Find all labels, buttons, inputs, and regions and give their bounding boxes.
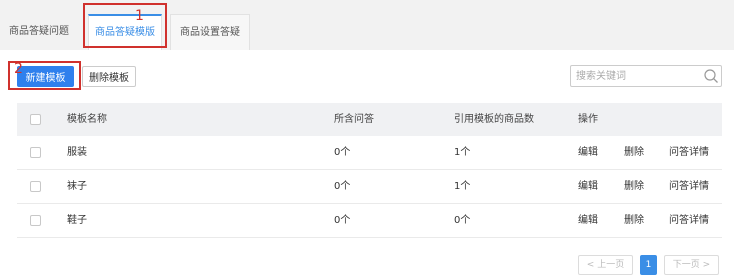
template-name: 鞋子 xyxy=(67,215,87,226)
goods-count: 0个 xyxy=(454,215,471,226)
table-row: 服装 0个 1个 编辑 删除 问答详情 xyxy=(17,136,722,170)
delete-link[interactable]: 删除 xyxy=(624,136,644,169)
row-checkbox[interactable] xyxy=(30,147,41,158)
template-panel: 新建模板 删除模板 模板名称 所含问答 引用模板的商品数 操作 服装 0个 1个… xyxy=(0,50,734,279)
annotation-number-2: 2 xyxy=(14,61,23,77)
delete-link[interactable]: 删除 xyxy=(624,170,644,203)
table-header: 模板名称 所含问答 引用模板的商品数 操作 xyxy=(17,103,722,136)
search-box xyxy=(570,65,722,87)
qa-detail-link[interactable]: 问答详情 xyxy=(669,136,709,169)
goods-count: 1个 xyxy=(454,181,471,192)
page-1-button[interactable]: 1 xyxy=(640,255,657,275)
row-checkbox[interactable] xyxy=(30,181,41,192)
header-qa-count: 所含问答 xyxy=(334,114,374,125)
search-input[interactable] xyxy=(576,68,696,84)
edit-link[interactable]: 编辑 xyxy=(578,170,598,203)
table-row: 鞋子 0个 0个 编辑 删除 问答详情 xyxy=(17,204,722,238)
prev-page-button[interactable]: < 上一页 xyxy=(578,255,633,275)
search-icon[interactable] xyxy=(703,68,719,84)
annotation-box-1 xyxy=(83,3,167,48)
qa-count: 0个 xyxy=(334,147,351,158)
template-name: 服装 xyxy=(67,147,87,158)
goods-count: 1个 xyxy=(454,147,471,158)
annotation-number-1: 1 xyxy=(135,8,144,24)
select-all-checkbox[interactable] xyxy=(30,114,41,125)
qa-detail-link[interactable]: 问答详情 xyxy=(669,170,709,203)
delete-template-button[interactable]: 删除模板 xyxy=(82,66,136,87)
header-actions: 操作 xyxy=(578,114,598,125)
next-page-button[interactable]: 下一页 > xyxy=(664,255,719,275)
header-template-name: 模板名称 xyxy=(67,114,107,125)
edit-link[interactable]: 编辑 xyxy=(578,204,598,237)
edit-link[interactable]: 编辑 xyxy=(578,136,598,169)
qa-count: 0个 xyxy=(334,215,351,226)
template-name: 袜子 xyxy=(67,181,87,192)
header-goods-count: 引用模板的商品数 xyxy=(454,114,534,125)
row-checkbox[interactable] xyxy=(30,215,41,226)
qa-count: 0个 xyxy=(334,181,351,192)
tab-product-qa-questions[interactable]: 商品答疑问题 xyxy=(0,14,78,50)
delete-link[interactable]: 删除 xyxy=(624,204,644,237)
tab-product-qa-settings[interactable]: 商品设置答疑 xyxy=(170,14,250,50)
qa-detail-link[interactable]: 问答详情 xyxy=(669,204,709,237)
table-row: 袜子 0个 1个 编辑 删除 问答详情 xyxy=(17,170,722,204)
